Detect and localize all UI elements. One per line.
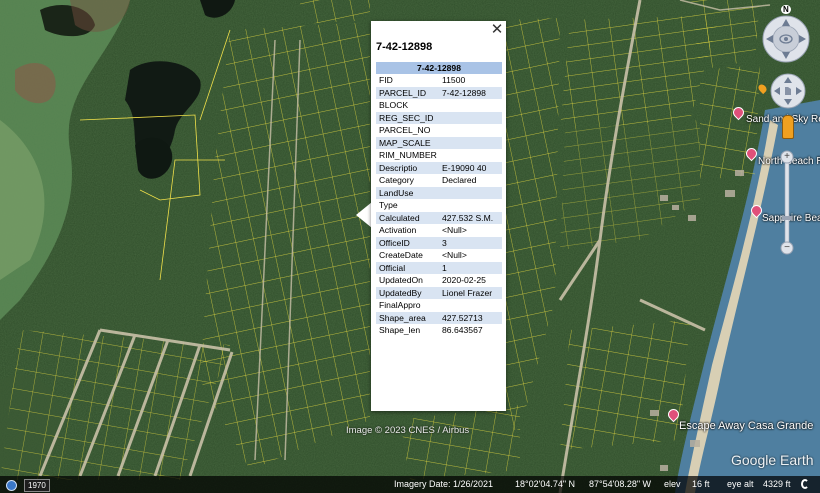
globe-icon[interactable] <box>6 480 17 491</box>
attribute-row: PARCEL_NO <box>376 124 502 137</box>
look-control[interactable] <box>761 14 811 64</box>
attribute-row: FinalAppro <box>376 299 502 312</box>
latitude-readout: 18°02'04.74" N <box>515 479 576 489</box>
attribute-value: 7-42-12898 <box>439 86 502 99</box>
attribute-value <box>439 149 502 162</box>
attribute-row: Shape_area 427.52713 <box>376 311 502 324</box>
attribute-row: UpdatedBy Lionel Frazer <box>376 286 502 299</box>
attribute-key: REG_SEC_ID <box>376 111 439 124</box>
attribute-row: LandUse <box>376 186 502 199</box>
attribute-value: Lionel Frazer <box>439 286 502 299</box>
close-icon[interactable]: ✕ <box>489 22 505 38</box>
attribute-value: 11500 <box>442 75 466 86</box>
attribute-row: CreateDate <Null> <box>376 249 502 262</box>
attribute-key: LandUse <box>376 186 439 199</box>
attribute-key: Official <box>376 261 439 274</box>
attribute-row: UpdatedOn 2020-02-25 <box>376 274 502 287</box>
elevation-label: elev <box>664 479 681 489</box>
attribute-key: OfficeID <box>376 236 439 249</box>
attribute-row: Descriptio E-19090 40 <box>376 161 502 174</box>
street-view-pegman-icon[interactable] <box>782 115 794 139</box>
attribute-value <box>439 99 502 112</box>
attribute-key: Shape_len <box>379 325 421 336</box>
elevation-value: 16 ft <box>692 479 710 489</box>
attribute-value: 427.532 S.M. <box>439 211 502 224</box>
attribute-row: FID 11500 <box>376 74 502 87</box>
attribute-key: UpdatedOn <box>379 275 423 286</box>
attribute-value: 1 <box>439 261 502 274</box>
zoom-in-button[interactable]: + <box>783 150 791 163</box>
attribute-value: <Null> <box>442 250 467 261</box>
attribute-key: FinalAppro <box>379 300 421 311</box>
attribute-value <box>439 199 502 212</box>
longitude-readout: 87°54'08.28" W <box>589 479 652 489</box>
attribute-value: <Null> <box>442 225 467 236</box>
attribute-row: Category Declared <box>376 174 502 187</box>
move-control[interactable] <box>770 73 806 109</box>
attribute-row: Activation <Null> <box>376 224 502 237</box>
attribute-key: UpdatedBy <box>376 286 439 299</box>
attribute-key: MAP_SCALE <box>376 136 439 149</box>
attribute-value <box>439 136 502 149</box>
historical-imagery-year[interactable]: 1970 <box>24 479 50 492</box>
attribute-value: 3 <box>439 236 502 249</box>
eye-altitude-label: eye alt <box>727 479 754 489</box>
imagery-copyright: Image © 2023 CNES / Airbus <box>346 425 470 436</box>
attribute-row: Type <box>376 199 502 212</box>
attribute-row: Official 1 <box>376 261 502 274</box>
attribute-key: FID <box>379 75 393 86</box>
attribute-value <box>439 111 502 124</box>
attribute-row: Calculated 427.532 S.M. <box>376 211 502 224</box>
status-bar: 1970 Imagery Date: 1/26/2021 18°02'04.74… <box>0 476 820 493</box>
attribute-table: 7-42-12898 FID 11500 PARCEL_ID 7-42-12898 BL… <box>376 62 502 337</box>
north-indicator[interactable]: N <box>781 5 791 14</box>
attribute-row: RIM_NUMBER <box>376 149 502 162</box>
attribute-value <box>439 124 502 137</box>
attribute-value: 86.643567 <box>442 325 483 336</box>
attribute-row: REG_SEC_ID <box>376 111 502 124</box>
attribute-key: Descriptio <box>376 161 439 174</box>
popup-title: 7-42-12898 <box>376 41 433 53</box>
attribute-row: Shape_len 86.643567 <box>376 324 502 337</box>
attribute-key: Category <box>379 175 414 186</box>
attribute-table-header: 7-42-12898 <box>376 62 502 74</box>
attribute-key: Calculated <box>376 211 439 224</box>
google-earth-logo: Google Earth <box>731 452 814 468</box>
attribute-row: MAP_SCALE <box>376 136 502 149</box>
attribute-key: Activation <box>379 225 417 236</box>
attribute-value: Declared <box>442 175 477 186</box>
attribute-value <box>439 299 502 312</box>
attribute-row: PARCEL_ID 7-42-12898 <box>376 86 502 99</box>
attribute-value: E-19090 40 <box>439 161 502 174</box>
attribute-key: BLOCK <box>379 100 409 111</box>
attribute-key: RIM_NUMBER <box>379 150 437 161</box>
attribute-key: Shape_area <box>376 311 439 324</box>
attribute-value <box>439 186 502 199</box>
attribute-row: OfficeID 3 <box>376 236 502 249</box>
popup-pointer <box>356 202 372 228</box>
eye-altitude-value: 4329 ft <box>763 479 791 489</box>
attribute-row: BLOCK <box>376 99 502 112</box>
attribute-value: 427.52713 <box>439 311 502 324</box>
attribute-key: Type <box>379 200 398 211</box>
attribute-value: 2020-02-25 <box>442 275 486 286</box>
place-label-escape-away[interactable]: Escape Away Casa Grande <box>679 420 813 432</box>
attribute-key: PARCEL_NO <box>379 125 431 136</box>
zoom-out-button[interactable]: − <box>783 241 791 254</box>
attribute-key: PARCEL_ID <box>376 86 439 99</box>
attribute-key: CreateDate <box>379 250 423 261</box>
streaming-icon <box>801 479 809 489</box>
imagery-date: Imagery Date: 1/26/2021 <box>394 479 494 489</box>
